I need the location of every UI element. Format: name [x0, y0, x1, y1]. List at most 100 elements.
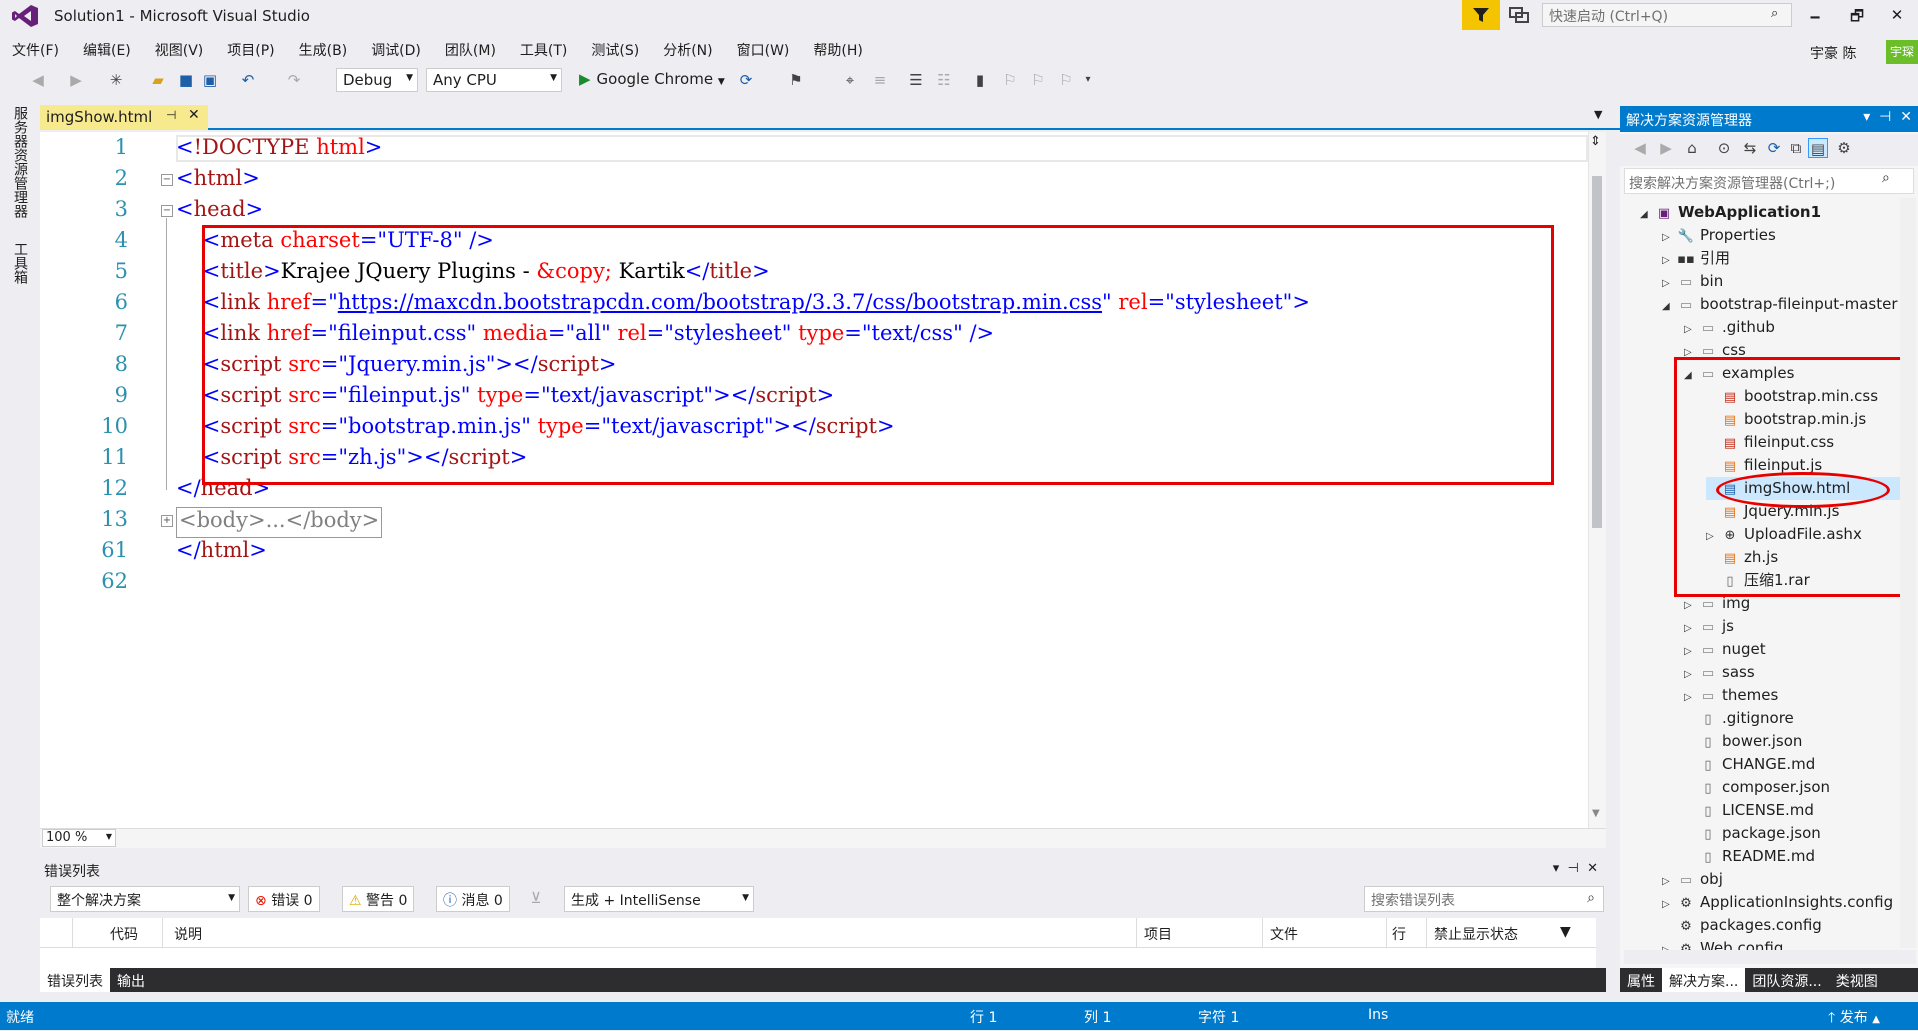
tree-item[interactable]: ▷ ▭ .github [1684, 316, 1916, 339]
history-icon[interactable]: ⊙ [1714, 138, 1734, 158]
redo-icon[interactable]: ↷ [284, 70, 304, 90]
tab-error-list[interactable]: 错误列表 [40, 968, 110, 992]
tree-item[interactable]: ◢ ▭ bootstrap-fileinput-master [1662, 293, 1916, 316]
panel-window-controls[interactable]: ▾ ⊣ ✕ [1863, 109, 1912, 125]
collapsed-arrow-icon[interactable]: ▷ [1684, 594, 1698, 617]
close-icon[interactable]: ✕ [188, 107, 200, 123]
server-explorer-tab[interactable]: 服务器资源管理器 [10, 106, 30, 218]
tree-item[interactable]: ⚙ packages.config [1662, 914, 1916, 937]
back-arrow-icon[interactable]: ◀ [1630, 138, 1650, 158]
tree-item[interactable]: ▯ package.json [1684, 822, 1916, 845]
tree-item[interactable]: ▯ CHANGE.md [1684, 753, 1916, 776]
filter-icon[interactable]: ▼ [1560, 924, 1571, 940]
collapsed-arrow-icon[interactable]: ▷ [1662, 272, 1676, 295]
collapse-html-icon[interactable]: − [161, 174, 173, 186]
show-all-files-icon[interactable]: ▤ [1808, 138, 1828, 158]
menu-view[interactable]: 视图(V) [143, 40, 216, 62]
menu-tools[interactable]: 工具(T) [508, 40, 579, 62]
next-bookmark-icon[interactable]: ⚐ [1028, 70, 1048, 90]
tab-solution-explorer[interactable]: 解决方案... [1662, 968, 1746, 992]
collapsed-arrow-icon[interactable]: ▷ [1684, 617, 1698, 640]
user-name[interactable]: 宇豪 陈 [1810, 43, 1856, 63]
collapsed-arrow-icon[interactable]: ▷ [1662, 893, 1676, 916]
tab-properties[interactable]: 属性 [1620, 968, 1662, 992]
tab-imgshow-html[interactable]: imgShow.html ⊣ ✕ [40, 105, 208, 130]
sync-icon[interactable]: ⇆ [1740, 138, 1760, 158]
solution-explorer-scrollbar[interactable] [1900, 198, 1916, 948]
feedback-icon[interactable] [1508, 6, 1530, 24]
build-filter-dropdown[interactable]: 生成 + IntelliSense ▼ [564, 886, 754, 912]
column-file[interactable]: 文件 [1270, 924, 1298, 944]
tree-item[interactable]: ▷ ▭ sass [1684, 661, 1916, 684]
format-icon[interactable]: ≡ [870, 70, 890, 90]
menu-project[interactable]: 项目(P) [215, 40, 286, 62]
clear-bookmarks-icon[interactable]: ⚐ [1056, 70, 1076, 90]
tree-item[interactable]: ▷ ▭ themes [1684, 684, 1916, 707]
tree-item[interactable]: ▯ .gitignore [1684, 707, 1916, 730]
save-all-icon[interactable]: ▣ [200, 70, 220, 90]
new-project-icon[interactable]: ✳ [106, 70, 126, 90]
tab-output[interactable]: 输出 [110, 968, 152, 992]
error-scope-dropdown[interactable]: 整个解决方案 ▼ [50, 886, 240, 912]
forward-arrow-icon[interactable]: ▶ [1656, 138, 1676, 158]
tree-item[interactable]: ▷ ▭ js [1684, 615, 1916, 638]
collapsed-arrow-icon[interactable]: ▷ [1662, 870, 1676, 893]
scrollbar-thumb[interactable] [1592, 176, 1602, 528]
refresh-icon[interactable]: ⟳ [1764, 138, 1784, 158]
close-window-button[interactable]: ✕ [1882, 6, 1912, 24]
menu-team[interactable]: 团队(M) [433, 40, 508, 62]
pin-icon[interactable]: ⊣ [166, 108, 176, 122]
collapsed-arrow-icon[interactable]: ▷ [1684, 663, 1698, 686]
tree-item[interactable]: ▷ ▭ bin [1662, 270, 1916, 293]
maximize-button[interactable]: 🗗 [1842, 6, 1872, 31]
menu-edit[interactable]: 编辑(E) [71, 40, 143, 62]
save-icon[interactable]: ■ [176, 70, 196, 90]
menu-build[interactable]: 生成(B) [287, 40, 360, 62]
tree-item[interactable]: ▯ README.md [1684, 845, 1916, 868]
wrench-icon[interactable]: ⚙ [1834, 138, 1854, 158]
bookmark-icon[interactable]: ▮ [970, 70, 990, 90]
collapse-head-icon[interactable]: − [161, 205, 173, 217]
menu-file[interactable]: 文件(F) [0, 40, 71, 62]
menu-window[interactable]: 窗口(W) [725, 40, 802, 62]
column-code[interactable]: 代码 [110, 924, 138, 944]
zoom-dropdown[interactable]: 100 % ▼ [42, 829, 116, 847]
find-icon[interactable]: ⌖ [840, 70, 860, 90]
collapsed-arrow-icon[interactable]: ▷ [1684, 318, 1698, 341]
notifications-filter-button[interactable] [1462, 0, 1500, 30]
collapsed-body-region[interactable]: <body>...</body> [176, 507, 383, 538]
collapsed-arrow-icon[interactable]: ▷ [1662, 249, 1676, 272]
warnings-filter-button[interactable]: ⚠ 警告 0 [342, 886, 415, 912]
tree-item[interactable]: ▷ ▭ obj [1662, 868, 1916, 891]
tree-item[interactable]: ▷ ▪▪ 引用 [1662, 247, 1916, 270]
platform-dropdown[interactable]: Any CPU ▼ [426, 68, 562, 92]
collapsed-arrow-icon[interactable]: ▷ [1684, 640, 1698, 663]
solution-explorer-hscrollbar[interactable] [1624, 950, 1916, 964]
column-line[interactable]: 行 [1392, 924, 1406, 944]
column-description[interactable]: 说明 [174, 924, 202, 944]
minimize-button[interactable]: 🗕 [1800, 6, 1830, 31]
forward-arrow-icon[interactable]: ▶ [66, 70, 86, 90]
filter-icon[interactable]: ⊻ [526, 888, 546, 908]
publish-button[interactable]: 🡑 发布 ▲ [1828, 1007, 1880, 1031]
avatar[interactable]: 宇琛 [1886, 40, 1918, 64]
solution-explorer-search-input[interactable]: 搜索解决方案资源管理器(Ctrl+;) [1624, 168, 1914, 194]
collapsed-arrow-icon[interactable]: ▷ [1662, 226, 1676, 249]
tab-class-view[interactable]: 类视图 [1829, 968, 1885, 992]
tree-item[interactable]: ◢ ▣ WebApplication1 [1640, 201, 1916, 224]
menu-analyze[interactable]: 分析(N) [651, 40, 724, 62]
undo-icon[interactable]: ↶ [238, 70, 258, 90]
toolbar-options-icon[interactable]: ▾ [1078, 70, 1098, 90]
tree-item[interactable]: ▯ bower.json [1684, 730, 1916, 753]
errors-filter-button[interactable]: ⊗ 错误 0 [248, 886, 320, 912]
expanded-arrow-icon[interactable]: ◢ [1662, 295, 1676, 318]
collapse-all-icon[interactable]: ⧉ [1786, 138, 1806, 158]
expand-body-icon[interactable]: + [161, 515, 173, 527]
quick-launch-input[interactable]: 快速启动 (Ctrl+Q) [1542, 3, 1792, 27]
open-folder-icon[interactable]: ▰ [148, 70, 168, 90]
editor-horizontal-scrollbar[interactable] [40, 828, 1606, 848]
solution-config-dropdown[interactable]: Debug ▼ [336, 68, 418, 92]
column-project[interactable]: 项目 [1144, 924, 1172, 944]
tree-item[interactable]: ▯ composer.json [1684, 776, 1916, 799]
panel-window-controls[interactable]: ▾ ⊣ ✕ [1553, 861, 1598, 876]
